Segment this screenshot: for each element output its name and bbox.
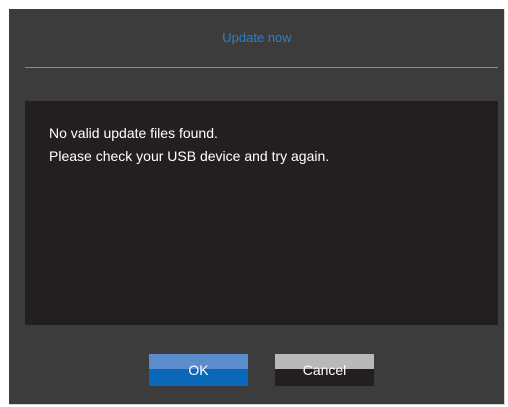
message-box: No valid update files found. Please chec… <box>25 101 498 325</box>
title-divider <box>25 67 498 68</box>
update-dialog: Update now No valid update files found. … <box>9 9 505 405</box>
message-line-2: Please check your USB device and try aga… <box>49 148 330 164</box>
cancel-button[interactable]: Cancel <box>275 354 374 386</box>
message-line-1: No valid update files found. <box>49 125 218 141</box>
dialog-title: Update now <box>222 30 292 45</box>
ok-button[interactable]: OK <box>149 354 248 386</box>
